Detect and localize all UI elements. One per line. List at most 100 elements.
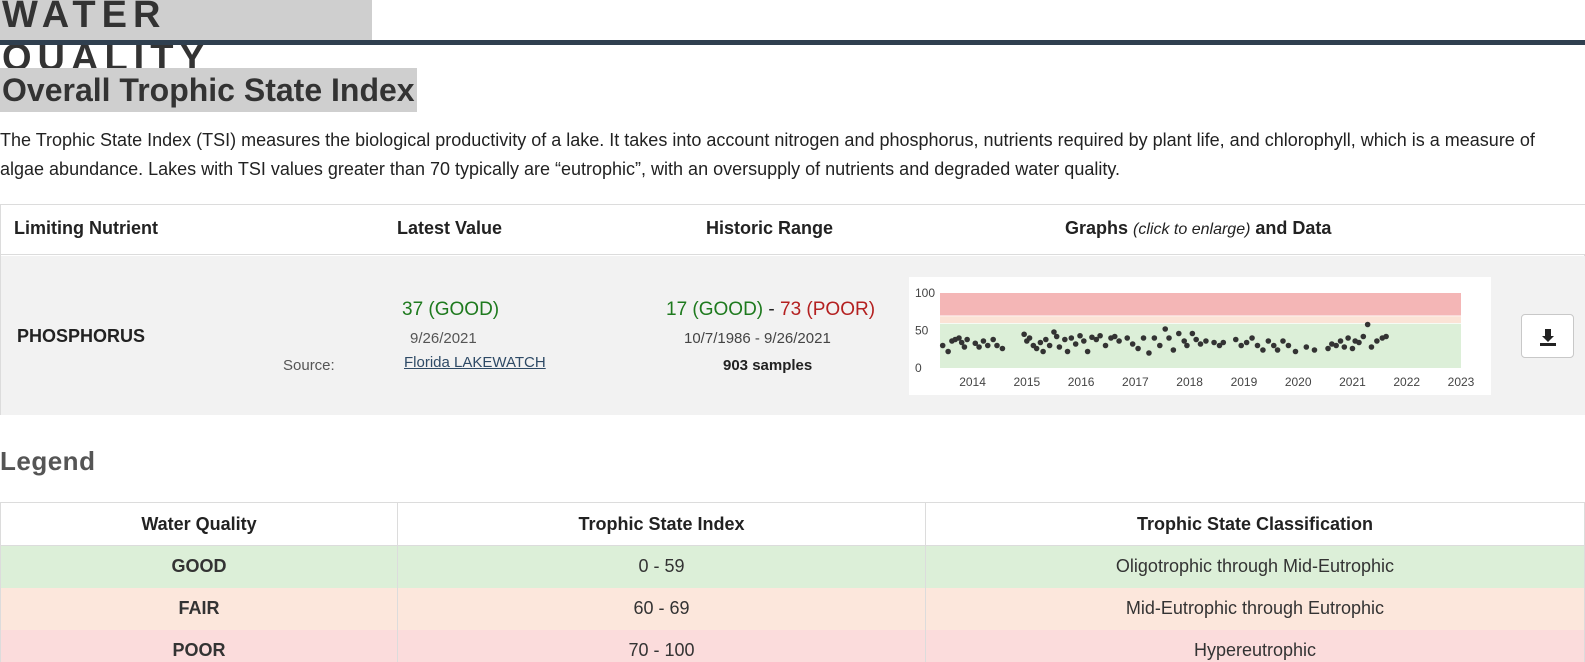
x-tick-label: 2019	[1231, 375, 1258, 389]
data-point	[1068, 335, 1075, 341]
data-point	[1220, 339, 1227, 346]
chart-band	[940, 316, 1461, 323]
data-point	[976, 344, 982, 350]
data-point	[1102, 342, 1109, 349]
data-point	[1193, 336, 1199, 343]
data-point	[1285, 342, 1292, 349]
x-tick-label: 2015	[1013, 375, 1040, 389]
header-latest-value: Latest Value	[397, 218, 503, 238]
legend-row-fair: FAIR 60 - 69 Mid-Eutrophic through Eutro…	[0, 587, 1585, 630]
data-point	[1270, 342, 1277, 349]
data-point	[1345, 335, 1351, 341]
header-graphs: Graphs (click to enlarge) and Data	[1065, 218, 1331, 239]
nutrient-name: PHOSPHORUS	[17, 326, 146, 346]
data-point	[1140, 335, 1147, 341]
legend-quality: FAIR	[0, 587, 398, 630]
data-point	[1383, 333, 1389, 340]
legend-classification: Hypereutrophic	[925, 629, 1585, 662]
data-point	[1311, 347, 1318, 353]
data-point	[1333, 342, 1339, 349]
data-point	[1162, 326, 1169, 332]
tsi-chart[interactable]: 100 50 0 2014 2015 2016 2017 2018 2019 2020 2021 20…	[909, 277, 1491, 395]
data-point	[1129, 341, 1136, 347]
range-separator: -	[763, 299, 781, 320]
data-point	[1072, 341, 1079, 347]
legend-row-good: GOOD 0 - 59 Oligotrophic through Mid-Eut…	[0, 545, 1585, 588]
legend-row-poor: POOR 70 - 100 Hypereutrophic	[0, 629, 1585, 662]
data-point	[1084, 348, 1091, 355]
data-point	[1249, 335, 1255, 341]
data-point	[1203, 338, 1209, 344]
data-point	[984, 342, 991, 349]
y-tick-label: 50	[915, 324, 929, 338]
header-graphs-label: Graphs	[1065, 218, 1129, 238]
data-point	[1243, 339, 1250, 346]
chart-band	[940, 293, 1461, 316]
data-point	[1062, 336, 1068, 343]
data-point	[1053, 333, 1060, 340]
download-icon	[1540, 329, 1556, 346]
y-tick-label: 0	[915, 361, 922, 375]
x-tick-label: 2014	[959, 375, 986, 389]
legend-quality: POOR	[0, 629, 398, 662]
data-point	[990, 336, 996, 343]
data-point	[1254, 342, 1261, 349]
legend-header-quality: Water Quality	[0, 502, 398, 546]
x-tick-label: 2018	[1176, 375, 1203, 389]
data-point	[1111, 333, 1118, 340]
header-limiting-nutrient: Limiting Nutrient	[14, 218, 158, 238]
legend-index: 0 - 59	[397, 545, 926, 588]
data-point	[1097, 332, 1103, 339]
page-title: Overall Trophic State Index	[0, 68, 417, 112]
data-point	[1064, 348, 1071, 355]
data-point	[1325, 345, 1331, 352]
source-label: Source:	[283, 357, 335, 374]
data-point	[1116, 338, 1122, 344]
data-point	[1374, 338, 1380, 344]
data-point	[961, 344, 968, 350]
header-graphs-note: (click to enlarge)	[1133, 221, 1251, 238]
data-point	[1368, 344, 1375, 350]
header-graphs-suffix: and Data	[1250, 218, 1332, 238]
data-point	[1037, 339, 1044, 346]
data-point	[1021, 331, 1027, 338]
latest-date: 9/26/2021	[410, 330, 477, 347]
data-point	[1360, 333, 1367, 340]
data-point	[1356, 339, 1362, 346]
section-header: WATER QUALITY	[0, 0, 1585, 79]
data-point	[1303, 344, 1310, 350]
x-tick-label: 2016	[1068, 375, 1095, 389]
source-link[interactable]: Florida LAKEWATCH	[404, 354, 546, 371]
data-point	[1166, 335, 1172, 341]
legend-index: 60 - 69	[397, 587, 926, 630]
data-point	[1151, 335, 1158, 341]
tsi-graph-thumbnail[interactable]: 100 50 0 2014 2015 2016 2017 2018 2019 2020 2021 20…	[909, 277, 1491, 395]
data-point	[1081, 338, 1087, 344]
data-point	[1033, 345, 1040, 352]
legend-header-classification: Trophic State Classification	[925, 502, 1585, 546]
legend-index: 70 - 100	[397, 629, 926, 662]
historic-range-value: 17 (GOOD) - 73 (POOR)	[666, 299, 875, 321]
legend-title: Legend	[0, 446, 96, 476]
data-point	[1197, 341, 1204, 347]
data-point	[1341, 344, 1348, 350]
legend-table: Water Quality Trophic State Index Trophi…	[0, 502, 1585, 662]
data-point	[1135, 345, 1141, 352]
latest-value: 37 (GOOD)	[402, 299, 500, 320]
data-point	[1175, 330, 1182, 337]
data-point	[1184, 342, 1190, 349]
legend-header-index: Trophic State Index	[397, 502, 926, 546]
download-button[interactable]	[1521, 314, 1574, 358]
page-description: The Trophic State Index (TSI) measures t…	[0, 130, 1535, 179]
table-row: PHOSPHORUS Source: 37 (GOOD) 9/26/2021 F…	[1, 256, 1585, 415]
data-point	[1274, 347, 1281, 353]
data-point	[1040, 348, 1046, 355]
data-point	[1364, 321, 1371, 328]
data-point	[1124, 335, 1131, 341]
data-point	[939, 342, 946, 349]
data-point	[1043, 336, 1049, 343]
x-tick-label: 2020	[1285, 375, 1312, 389]
legend-classification: Oligotrophic through Mid-Eutrophic	[925, 545, 1585, 588]
x-tick-label: 2023	[1448, 375, 1475, 389]
y-tick-label: 100	[915, 286, 935, 300]
